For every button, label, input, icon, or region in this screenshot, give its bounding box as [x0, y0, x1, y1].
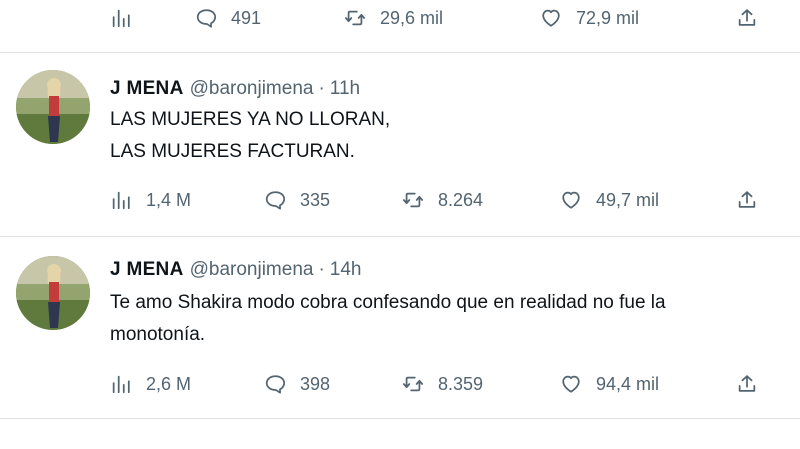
tweet-header: J MENA @baronjimena · 14h	[110, 257, 361, 283]
avatar[interactable]	[16, 70, 90, 144]
reply-count: 335	[300, 189, 331, 210]
retweet-button[interactable]: 29,6 mil	[344, 0, 443, 36]
user-handle[interactable]: @baronjimena	[190, 259, 314, 281]
views-count: 1,4 M	[146, 189, 192, 210]
tweet-text-line: LAS MUJERES YA NO LLORAN,	[110, 109, 391, 130]
reply-count: 491	[231, 7, 262, 28]
tweet-action-bar: 491 29,6 mil 72,9 mil	[0, 0, 800, 36]
tweet-divider	[0, 236, 800, 237]
tweet-timestamp[interactable]: 11h	[330, 78, 360, 100]
views-count: 2,6 M	[146, 373, 192, 394]
speech-bubble-icon	[196, 9, 217, 28]
tweet-text-line: LAS MUJERES FACTURAN.	[110, 141, 355, 162]
share-button[interactable]	[736, 0, 758, 36]
display-name[interactable]: J MENA	[110, 78, 184, 100]
reply-count: 398	[300, 373, 331, 394]
tweet-divider	[0, 418, 800, 419]
speech-bubble-icon	[265, 375, 286, 394]
tweet-header: J MENA @baronjimena · 11h	[110, 76, 360, 102]
share-upload-icon	[738, 191, 756, 208]
user-handle[interactable]: @baronjimena	[190, 78, 314, 100]
share-button[interactable]	[736, 366, 758, 402]
bar-chart-icon	[112, 191, 130, 210]
speech-bubble-icon	[265, 191, 286, 210]
retweet-button[interactable]: 8.359	[402, 366, 483, 402]
retweet-icon	[402, 376, 424, 392]
tweet-text: Te amo Shakira modo cobra confesando que…	[110, 287, 790, 351]
like-button[interactable]: 49,7 mil	[560, 182, 659, 218]
reply-button[interactable]: 335	[264, 182, 330, 218]
like-count: 49,7 mil	[596, 189, 660, 210]
like-count: 94,4 mil	[596, 373, 660, 394]
views-button[interactable]: 1,4 M	[110, 182, 191, 218]
tweet-action-bar: 2,6 M 398 8.359 94,4 mil	[0, 366, 800, 402]
share-button[interactable]	[736, 182, 758, 218]
bar-chart-icon	[112, 9, 130, 28]
tweet-text-line: monotonía.	[110, 324, 206, 345]
views-button[interactable]	[110, 0, 132, 36]
like-count: 72,9 mil	[576, 7, 640, 28]
tweet-feed: 491 29,6 mil 72,9 mil J MENA @baronjimen…	[0, 0, 800, 449]
retweet-count: 8.264	[438, 189, 484, 210]
retweet-count: 8.359	[438, 373, 484, 394]
heart-icon	[562, 191, 580, 209]
tweet-text-line: Te amo Shakira modo cobra confesando que…	[110, 292, 666, 313]
heart-icon	[542, 9, 560, 27]
retweet-icon	[344, 10, 366, 26]
retweet-button[interactable]: 8.264	[402, 182, 483, 218]
share-upload-icon	[738, 375, 756, 392]
tweet-action-bar: 1,4 M 335 8.264 49,7 mil	[0, 182, 800, 218]
like-button[interactable]: 94,4 mil	[560, 366, 659, 402]
share-upload-icon	[738, 9, 756, 26]
views-button[interactable]: 2,6 M	[110, 366, 191, 402]
heart-icon	[562, 375, 580, 393]
tweet-timestamp[interactable]: 14h	[330, 259, 362, 281]
like-button[interactable]: 72,9 mil	[540, 0, 639, 36]
separator-dot: ·	[318, 259, 325, 280]
retweet-icon	[402, 192, 424, 208]
avatar[interactable]	[16, 256, 90, 330]
bar-chart-icon	[112, 375, 130, 394]
reply-button[interactable]: 491	[195, 0, 261, 36]
reply-button[interactable]: 398	[264, 366, 330, 402]
display-name[interactable]: J MENA	[110, 259, 184, 281]
tweet-text: LAS MUJERES YA NO LLORAN, LAS MUJERES FA…	[110, 104, 790, 168]
separator-dot: ·	[318, 78, 325, 99]
retweet-count: 29,6 mil	[380, 7, 444, 28]
tweet-divider	[0, 52, 800, 53]
